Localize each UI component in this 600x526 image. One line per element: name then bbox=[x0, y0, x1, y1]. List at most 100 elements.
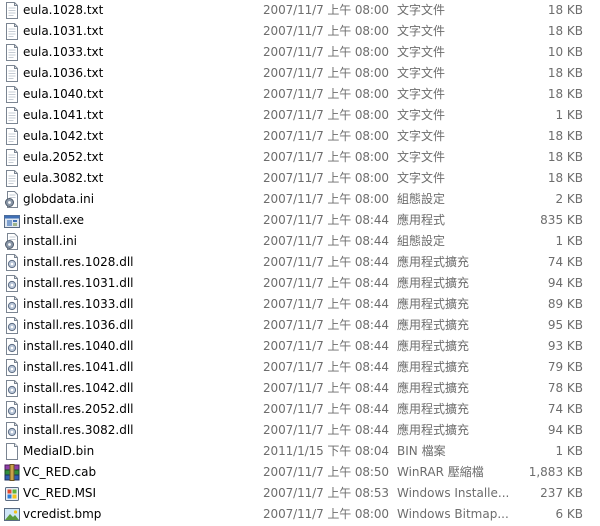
file-row[interactable]: eula.1040.txt 2007/11/7 上午 08:00 文字文件 18 KB bbox=[0, 84, 600, 105]
file-modified-date: 2007/11/7 上午 08:00 bbox=[263, 108, 389, 122]
file-size: 18 KB bbox=[547, 24, 583, 38]
file-row[interactable]: eula.1031.txt 2007/11/7 上午 08:00 文字文件 18 KB bbox=[0, 21, 600, 42]
file-name[interactable]: eula.1040.txt bbox=[23, 84, 253, 105]
file-name[interactable]: install.res.1041.dll bbox=[23, 357, 253, 378]
file-name[interactable]: globdata.ini bbox=[23, 189, 253, 210]
file-size: 18 KB bbox=[547, 129, 583, 143]
file-name[interactable]: install.res.1040.dll bbox=[23, 336, 253, 357]
file-size: 6 KB bbox=[555, 507, 583, 521]
file-name[interactable]: eula.1042.txt bbox=[23, 126, 253, 147]
file-row[interactable]: eula.3082.txt 2007/11/7 上午 08:00 文字文件 18 KB bbox=[0, 168, 600, 189]
file-row[interactable]: install.res.1028.dll 2007/11/7 上午 08:44 應用… bbox=[0, 252, 600, 273]
text-file-icon bbox=[4, 149, 20, 166]
text-file-icon bbox=[4, 2, 20, 19]
file-name[interactable]: eula.1028.txt bbox=[23, 0, 253, 21]
file-name[interactable]: install.ini bbox=[23, 231, 253, 252]
windows-installer-icon bbox=[4, 485, 20, 502]
file-name[interactable]: eula.3082.txt bbox=[23, 168, 253, 189]
file-row[interactable]: MediaID.bin 2011/1/15 下午 08:04 BIN 檔案 1 KB bbox=[0, 441, 600, 462]
file-name[interactable]: MediaID.bin bbox=[23, 441, 253, 462]
text-file-icon bbox=[4, 107, 20, 124]
file-name[interactable]: install.res.3082.dll bbox=[23, 420, 253, 441]
file-row[interactable]: install.res.2052.dll 2007/11/7 上午 08:44 應用… bbox=[0, 399, 600, 420]
file-size: 1 KB bbox=[555, 234, 583, 248]
file-row[interactable]: install.res.1031.dll 2007/11/7 上午 08:44 應用… bbox=[0, 273, 600, 294]
file-type: 文字文件 bbox=[397, 129, 446, 143]
file-name[interactable]: install.res.1042.dll bbox=[23, 378, 253, 399]
file-name[interactable]: eula.1036.txt bbox=[23, 63, 253, 84]
file-type: 文字文件 bbox=[397, 87, 446, 101]
file-row[interactable]: VC_RED.cab 2007/11/7 上午 08:50 WinRAR 壓縮檔 1,… bbox=[0, 462, 600, 483]
file-name[interactable]: VC_RED.MSI bbox=[23, 483, 253, 504]
file-type: 應用程式擴充 bbox=[397, 276, 470, 290]
settings-file-icon bbox=[4, 191, 20, 208]
file-modified-date: 2007/11/7 上午 08:00 bbox=[263, 129, 389, 143]
file-name[interactable]: eula.1033.txt bbox=[23, 42, 253, 63]
file-name[interactable]: eula.1041.txt bbox=[23, 105, 253, 126]
file-name[interactable]: install.res.2052.dll bbox=[23, 399, 253, 420]
text-file-icon bbox=[4, 170, 20, 187]
file-name[interactable]: install.res.1031.dll bbox=[23, 273, 253, 294]
file-name[interactable]: vcredist.bmp bbox=[23, 504, 253, 525]
file-size: 18 KB bbox=[547, 66, 583, 80]
file-name[interactable]: install.res.1036.dll bbox=[23, 315, 253, 336]
file-modified-date: 2007/11/7 上午 08:44 bbox=[263, 360, 389, 374]
file-name[interactable]: install.exe bbox=[23, 210, 253, 231]
application-icon bbox=[4, 212, 20, 229]
file-row[interactable]: VC_RED.MSI 2007/11/7 上午 08:53 Windows Inst… bbox=[0, 483, 600, 504]
file-name[interactable]: install.res.1028.dll bbox=[23, 252, 253, 273]
file-modified-date: 2007/11/7 上午 08:00 bbox=[263, 45, 389, 59]
file-modified-date: 2007/11/7 上午 08:44 bbox=[263, 381, 389, 395]
file-size: 1 KB bbox=[555, 444, 583, 458]
file-modified-date: 2011/1/15 下午 08:04 bbox=[263, 444, 389, 458]
file-modified-date: 2007/11/7 上午 08:00 bbox=[263, 507, 389, 521]
file-row[interactable]: install.res.1040.dll 2007/11/7 上午 08:44 應用… bbox=[0, 336, 600, 357]
file-name[interactable]: eula.2052.txt bbox=[23, 147, 253, 168]
file-size: 79 KB bbox=[547, 360, 583, 374]
file-row[interactable]: eula.1042.txt 2007/11/7 上午 08:00 文字文件 18 KB bbox=[0, 126, 600, 147]
file-modified-date: 2007/11/7 上午 08:53 bbox=[263, 486, 389, 500]
file-size: 2 KB bbox=[555, 192, 583, 206]
file-modified-date: 2007/11/7 上午 08:44 bbox=[263, 276, 389, 290]
file-name[interactable]: eula.1031.txt bbox=[23, 21, 253, 42]
file-row[interactable]: install.ini 2007/11/7 上午 08:44 組態設定 1 KB bbox=[0, 231, 600, 252]
file-type: 文字文件 bbox=[397, 66, 446, 80]
file-name[interactable]: VC_RED.cab bbox=[23, 462, 253, 483]
file-modified-date: 2007/11/7 上午 08:44 bbox=[263, 234, 389, 248]
file-size: 18 KB bbox=[547, 171, 583, 185]
dll-file-icon bbox=[4, 338, 20, 355]
file-row[interactable]: install.res.1041.dll 2007/11/7 上午 08:44 應用… bbox=[0, 357, 600, 378]
file-row[interactable]: eula.1036.txt 2007/11/7 上午 08:00 文字文件 18 KB bbox=[0, 63, 600, 84]
file-size: 94 KB bbox=[547, 276, 583, 290]
file-modified-date: 2007/11/7 上午 08:44 bbox=[263, 213, 389, 227]
file-size: 89 KB bbox=[547, 297, 583, 311]
file-size: 1 KB bbox=[555, 108, 583, 122]
file-row[interactable]: eula.1033.txt 2007/11/7 上午 08:00 文字文件 10 KB bbox=[0, 42, 600, 63]
file-modified-date: 2007/11/7 上午 08:44 bbox=[263, 402, 389, 416]
file-type: 文字文件 bbox=[397, 24, 446, 38]
dll-file-icon bbox=[4, 380, 20, 397]
bitmap-image-icon bbox=[4, 506, 20, 523]
file-row[interactable]: install.exe 2007/11/7 上午 08:44 應用程式 835 KB bbox=[0, 210, 600, 231]
file-type: WinRAR 壓縮檔 bbox=[397, 465, 484, 479]
file-size: 78 KB bbox=[547, 381, 583, 395]
file-size: 1,883 KB bbox=[528, 465, 583, 479]
text-file-icon bbox=[4, 86, 20, 103]
file-row[interactable]: install.res.1042.dll 2007/11/7 上午 08:44 應用… bbox=[0, 378, 600, 399]
text-file-icon bbox=[4, 23, 20, 40]
file-type: 應用程式擴充 bbox=[397, 402, 470, 416]
file-row[interactable]: globdata.ini 2007/11/7 上午 08:00 組態設定 2 KB bbox=[0, 189, 600, 210]
file-row[interactable]: vcredist.bmp 2007/11/7 上午 08:00 Windows Bi… bbox=[0, 504, 600, 525]
file-row[interactable]: install.res.1036.dll 2007/11/7 上午 08:44 應用… bbox=[0, 315, 600, 336]
file-type: 文字文件 bbox=[397, 45, 446, 59]
file-size: 10 KB bbox=[547, 45, 583, 59]
file-row[interactable]: install.res.1033.dll 2007/11/7 上午 08:44 應用… bbox=[0, 294, 600, 315]
file-type: 應用程式擴充 bbox=[397, 381, 470, 395]
file-type: 應用程式擴充 bbox=[397, 360, 470, 374]
file-type: 應用程式擴充 bbox=[397, 339, 470, 353]
file-row[interactable]: eula.1028.txt 2007/11/7 上午 08:00 文字文件 18 KB bbox=[0, 0, 600, 21]
file-name[interactable]: install.res.1033.dll bbox=[23, 294, 253, 315]
file-row[interactable]: install.res.3082.dll 2007/11/7 上午 08:44 應用… bbox=[0, 420, 600, 441]
file-row[interactable]: eula.2052.txt 2007/11/7 上午 08:00 文字文件 18 KB bbox=[0, 147, 600, 168]
file-row[interactable]: eula.1041.txt 2007/11/7 上午 08:00 文字文件 1 KB bbox=[0, 105, 600, 126]
